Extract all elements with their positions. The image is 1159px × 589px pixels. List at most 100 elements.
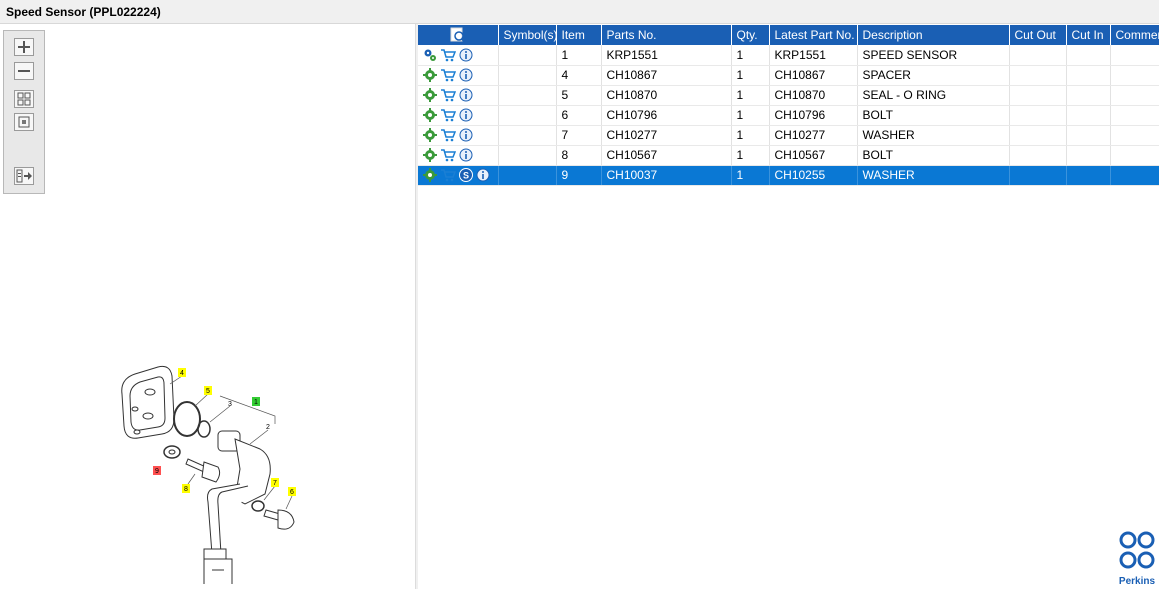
supersession-icon[interactable]: S bbox=[459, 168, 473, 182]
cell-latest-part-no: CH10277 bbox=[769, 125, 858, 146]
export-button[interactable] bbox=[14, 167, 34, 185]
cell-comment bbox=[1110, 45, 1159, 66]
gear-icon[interactable] bbox=[423, 128, 437, 142]
table-row[interactable]: 5 CH10870 1 CH10870 SEAL - O RING bbox=[418, 85, 1159, 106]
title-bar: Speed Sensor (PPL022224) bbox=[0, 0, 1159, 24]
column-header-item[interactable]: Item bbox=[556, 25, 602, 45]
svg-text:3: 3 bbox=[228, 401, 232, 408]
table-header: Symbol(s) Item Parts No. Qty. Latest Par… bbox=[418, 25, 1159, 45]
gear-icon[interactable] bbox=[423, 108, 437, 122]
table-row[interactable]: 4 CH10867 1 CH10867 SPACER bbox=[418, 65, 1159, 86]
table-row[interactable]: 7 CH10277 1 CH10277 WASHER bbox=[418, 125, 1159, 146]
cell-symbols bbox=[498, 85, 557, 106]
gear-icon[interactable] bbox=[423, 68, 437, 82]
svg-text:6: 6 bbox=[290, 489, 294, 496]
gear-icon[interactable] bbox=[423, 148, 437, 162]
cell-part-no: CH10870 bbox=[601, 85, 732, 106]
column-header-qty[interactable]: Qty. bbox=[731, 25, 770, 45]
callout-4[interactable]: 4 bbox=[178, 368, 186, 377]
cell-cut-in bbox=[1066, 125, 1111, 146]
cell-symbols bbox=[498, 45, 557, 66]
column-header-cut-in[interactable]: Cut In bbox=[1066, 25, 1111, 45]
cell-cut-in bbox=[1066, 145, 1111, 166]
svg-text:S: S bbox=[463, 171, 469, 181]
cell-cut-in bbox=[1066, 105, 1111, 126]
info-icon[interactable] bbox=[476, 168, 490, 182]
callout-7[interactable]: 7 bbox=[271, 478, 279, 487]
illustration-pane[interactable]: 4 5 3 1 2 9 8 7 6 bbox=[0, 24, 415, 589]
actual-size-icon bbox=[18, 116, 30, 128]
cell-description: SEAL - O RING bbox=[857, 85, 1010, 106]
zoom-out-button[interactable] bbox=[14, 62, 34, 80]
callout-1[interactable]: 1 bbox=[252, 397, 260, 406]
cart-icon[interactable] bbox=[440, 68, 456, 82]
cell-description: WASHER bbox=[857, 125, 1010, 146]
cell-part-no: CH10567 bbox=[601, 145, 732, 166]
callout-5[interactable]: 5 bbox=[204, 386, 212, 395]
cell-part-no: CH10037 bbox=[601, 165, 732, 186]
cell-actions bbox=[418, 145, 499, 166]
cell-qty: 1 bbox=[731, 45, 770, 66]
svg-text:7: 7 bbox=[273, 480, 277, 487]
export-icon bbox=[16, 169, 32, 183]
callout-6[interactable]: 6 bbox=[288, 487, 296, 496]
gear-icon[interactable] bbox=[423, 168, 437, 182]
cell-description: SPEED SENSOR bbox=[857, 45, 1010, 66]
table-row[interactable]: 1 KRP1551 1 KRP1551 SPEED SENSOR bbox=[418, 45, 1159, 66]
table-row[interactable]: 8 CH10567 1 CH10567 BOLT bbox=[418, 145, 1159, 166]
zoom-in-icon bbox=[18, 41, 30, 53]
cell-item: 1 bbox=[556, 45, 602, 66]
cell-comment bbox=[1110, 145, 1159, 166]
cart-icon[interactable] bbox=[440, 48, 456, 62]
callout-2[interactable]: 2 bbox=[266, 424, 270, 431]
cell-comment bbox=[1110, 165, 1159, 186]
info-icon[interactable] bbox=[459, 128, 473, 142]
svg-text:5: 5 bbox=[206, 388, 210, 395]
svg-text:1: 1 bbox=[254, 399, 258, 406]
column-header-cut-out[interactable]: Cut Out bbox=[1009, 25, 1067, 45]
info-icon[interactable] bbox=[459, 108, 473, 122]
cell-actions bbox=[418, 105, 499, 126]
column-header-description[interactable]: Description bbox=[857, 25, 1010, 45]
actual-size-button[interactable] bbox=[14, 113, 34, 131]
cell-item: 6 bbox=[556, 105, 602, 126]
cell-cut-out bbox=[1009, 125, 1067, 146]
cart-icon[interactable] bbox=[440, 128, 456, 142]
cart-icon[interactable] bbox=[440, 168, 456, 182]
fit-all-icon bbox=[17, 92, 31, 106]
zoom-out-icon bbox=[18, 70, 30, 72]
callout-8[interactable]: 8 bbox=[182, 484, 190, 493]
cell-qty: 1 bbox=[731, 125, 770, 146]
fit-all-button[interactable] bbox=[14, 90, 34, 108]
column-header-comment[interactable]: Comment bbox=[1110, 25, 1159, 45]
perkins-logo-mark bbox=[1119, 531, 1155, 569]
info-icon[interactable] bbox=[459, 48, 473, 62]
zoom-in-button[interactable] bbox=[14, 38, 34, 56]
column-header-latest-part-no[interactable]: Latest Part No. bbox=[769, 25, 858, 45]
cell-qty: 1 bbox=[731, 85, 770, 106]
cell-description: BOLT bbox=[857, 145, 1010, 166]
cell-item: 5 bbox=[556, 85, 602, 106]
table-row[interactable]: S 9 CH10037 1 CH10255 WASHER bbox=[418, 165, 1159, 186]
column-header-symbols[interactable]: Symbol(s) bbox=[498, 25, 557, 45]
callout-9[interactable]: 9 bbox=[153, 466, 161, 475]
viewer-toolbox bbox=[3, 30, 45, 194]
exploded-parts-drawing: 4 5 3 1 2 9 8 7 6 bbox=[121, 365, 296, 584]
cell-description: BOLT bbox=[857, 105, 1010, 126]
column-header-icons[interactable] bbox=[418, 25, 499, 45]
cell-item: 9 bbox=[556, 165, 602, 186]
cart-icon[interactable] bbox=[440, 108, 456, 122]
callout-3[interactable]: 3 bbox=[228, 401, 232, 408]
table-row[interactable]: 6 CH10796 1 CH10796 BOLT bbox=[418, 105, 1159, 126]
info-icon[interactable] bbox=[459, 88, 473, 102]
info-icon[interactable] bbox=[459, 148, 473, 162]
cell-symbols bbox=[498, 165, 557, 186]
parts-list-pane: Symbol(s) Item Parts No. Qty. Latest Par… bbox=[418, 24, 1159, 589]
info-icon[interactable] bbox=[459, 68, 473, 82]
cart-icon[interactable] bbox=[440, 88, 456, 102]
cart-icon[interactable] bbox=[440, 148, 456, 162]
cell-comment bbox=[1110, 85, 1159, 106]
column-header-part-no[interactable]: Parts No. bbox=[601, 25, 732, 45]
gear-icon[interactable] bbox=[423, 88, 437, 102]
gears-icon[interactable] bbox=[423, 48, 437, 62]
